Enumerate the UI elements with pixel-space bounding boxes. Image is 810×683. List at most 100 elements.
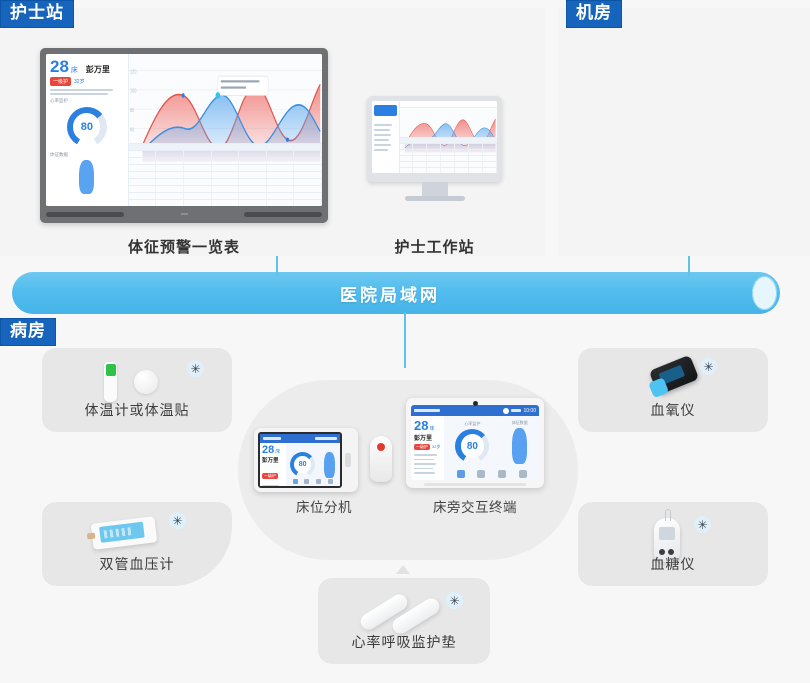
terminal-clock: 10:00 xyxy=(523,407,536,414)
bluetooth-icon: ✳ xyxy=(446,592,463,609)
glucose-test-strip xyxy=(665,509,671,521)
bluetooth-icon: ✳ xyxy=(700,358,717,375)
device-card-pulse-oximeter[interactable]: ✳ 血氧仪 xyxy=(578,348,768,432)
terminal-vitals-title: 体征数据 xyxy=(511,420,528,425)
heart-rate-title: 心率监护 xyxy=(50,98,68,103)
vital-data-table xyxy=(128,143,322,206)
caption-vital-overview: 体征预警一览表 xyxy=(127,239,240,256)
device-card-blood-pressure[interactable]: ✳ 双管血压计 xyxy=(42,502,232,586)
bluetooth-glyph: ✳ xyxy=(172,513,183,528)
dashboard-chart-panel: 120 100 80 60 40 xyxy=(128,54,322,206)
caption-bedside-terminal: 床旁交互终端 xyxy=(433,500,517,515)
workstation-dashboard xyxy=(372,101,497,173)
monitor-stand-neck xyxy=(421,182,448,196)
bed-extension-care-chip: 一级护 xyxy=(262,473,278,479)
terminal-hr-value: 80 xyxy=(466,440,478,452)
bluetooth-icon: ✳ xyxy=(169,512,186,529)
device-card-thermometer[interactable]: ✳ 体温计或体温贴 xyxy=(42,348,232,432)
connector-server-to-lan xyxy=(688,256,690,276)
terminal-bed-number: 28 xyxy=(414,418,429,433)
bedside-interaction-terminal[interactable]: 10:00 28 床 彭万里 一级护 32岁 心率监护 80 体征数据 xyxy=(406,398,544,488)
pulse-oximeter-illustration xyxy=(648,354,700,399)
terminal-age: 32岁 xyxy=(432,444,441,449)
tablet-side-button[interactable] xyxy=(342,432,354,488)
caption-bed-extension: 床位分机 xyxy=(296,500,352,515)
nurse-call-button[interactable] xyxy=(377,443,385,451)
thermometer-screen xyxy=(105,364,116,376)
device-label-blood-pressure: 双管血压计 xyxy=(99,556,175,572)
svg-text:100: 100 xyxy=(130,88,137,95)
monitor-bezel xyxy=(367,96,502,182)
bluetooth-glyph: ✳ xyxy=(697,517,708,532)
heart-rate-value: 80 xyxy=(80,121,94,133)
bluetooth-glyph: ✳ xyxy=(449,593,460,608)
terminal-hr-title: 心率监护 xyxy=(464,421,481,426)
device-card-monitoring-pad[interactable]: ✳ 心率呼吸监护垫 xyxy=(318,578,490,664)
connector-nurse-to-lan xyxy=(276,256,278,276)
workstation-data-table xyxy=(399,137,497,173)
bed-extension-body-figure xyxy=(324,451,336,478)
terminal-bed-unit: 床 xyxy=(429,426,435,432)
svg-text:60: 60 xyxy=(130,127,135,134)
heart-rate-gauge: 80 xyxy=(66,107,107,147)
bed-extension-bed-unit: 床 xyxy=(275,449,281,455)
device-label-pulse-oximeter: 血氧仪 xyxy=(650,402,696,418)
device-label-thermometer: 体温计或体温贴 xyxy=(84,402,190,418)
patient-name: 彭万里 xyxy=(85,65,110,74)
device-card-glucose-meter[interactable]: ✳ 血糖仪 xyxy=(578,502,768,586)
bed-unit: 床 xyxy=(70,67,78,74)
terminal-speaker-bar xyxy=(424,483,526,486)
care-level-chip: 一级护 xyxy=(50,77,72,86)
wall-display-frame-bottom xyxy=(46,208,322,220)
diagram-canvas: 28 床 彭万里 一级护 32岁 心率监护 80 体征数据 120 100 80… xyxy=(0,0,810,683)
hospital-lan-bar: 医院局域网 xyxy=(12,272,780,314)
bed-number: 28 xyxy=(50,57,69,76)
dashboard-patient-panel: 28 床 彭万里 一级护 32岁 心率监护 80 体征数据 xyxy=(46,54,129,206)
patient-age: 32岁 xyxy=(74,79,85,85)
terminal-care-chip: 一级护 xyxy=(414,444,430,450)
device-label-glucose-meter: 血糖仪 xyxy=(650,556,696,572)
bed-extension-screen: 28 床 彭万里 一级护 80 xyxy=(258,432,342,488)
arrow-pad-to-center-icon xyxy=(396,565,410,574)
terminal-screen: 10:00 28 床 彭万里 一级护 32岁 心率监护 80 体征数据 xyxy=(411,405,539,480)
bed-extension-tablet[interactable]: 28 床 彭万里 一级护 80 xyxy=(254,428,358,492)
terminal-patient-name: 彭万里 xyxy=(414,436,433,442)
human-body-figure xyxy=(79,160,95,194)
glucose-screen xyxy=(659,527,675,540)
section-tag-server-room: 机房 xyxy=(566,0,622,28)
vital-sign-wall-display[interactable]: 28 床 彭万里 一级护 32岁 心率监护 80 体征数据 120 100 80… xyxy=(40,48,328,223)
svg-text:80: 80 xyxy=(130,107,135,114)
bluetooth-icon: ✳ xyxy=(187,360,204,377)
section-tag-nurse-station: 护士站 xyxy=(0,0,74,28)
bed-extension-hr-value: 80 xyxy=(298,461,307,468)
workstation-chart xyxy=(399,101,497,173)
bluetooth-icon: ✳ xyxy=(694,516,711,533)
section-tag-ward: 病房 xyxy=(0,318,56,346)
bp-tube xyxy=(86,532,96,540)
svg-text:120: 120 xyxy=(130,69,137,76)
hospital-lan-label: 医院局域网 xyxy=(340,285,440,305)
bp-screen xyxy=(99,521,145,543)
vitals-title: 体征数据 xyxy=(50,152,68,157)
workstation-side-list xyxy=(372,101,400,173)
monitor-screen xyxy=(372,101,497,173)
bed-extension-topbar xyxy=(260,434,340,443)
bed-extension-bed-number: 28 xyxy=(262,444,275,456)
thermometer-illustration xyxy=(104,362,117,402)
device-label-monitoring-pad: 心率呼吸监护垫 xyxy=(351,634,457,650)
wall-display-screen: 28 床 彭万里 一级护 32岁 心率监护 80 体征数据 120 100 80… xyxy=(46,54,322,206)
blood-pressure-monitor-illustration xyxy=(86,516,158,550)
connector-lan-to-ward xyxy=(404,312,406,368)
monitor-stand-base xyxy=(404,196,465,201)
terminal-body-figure xyxy=(512,428,528,464)
server-room-panel: 物联网管控服务器 智慧 医疗 智慧 服务 智慧 管理 数据 对接 设备 运维 xyxy=(558,8,810,256)
caption-nurse-workstation: 护士工作站 xyxy=(394,239,475,256)
nurse-workstation-monitor[interactable] xyxy=(367,96,502,201)
bed-extension-gauge: 80 xyxy=(290,452,316,477)
bluetooth-glyph: ✳ xyxy=(190,361,201,376)
bed-extension-patient-name: 彭万里 xyxy=(262,458,279,464)
nurse-call-handset[interactable] xyxy=(370,436,392,482)
bluetooth-glyph: ✳ xyxy=(703,359,714,374)
nurse-station-panel: 28 床 彭万里 一级护 32岁 心率监护 80 体征数据 120 100 80… xyxy=(0,8,545,256)
terminal-topbar: 10:00 xyxy=(411,405,539,416)
